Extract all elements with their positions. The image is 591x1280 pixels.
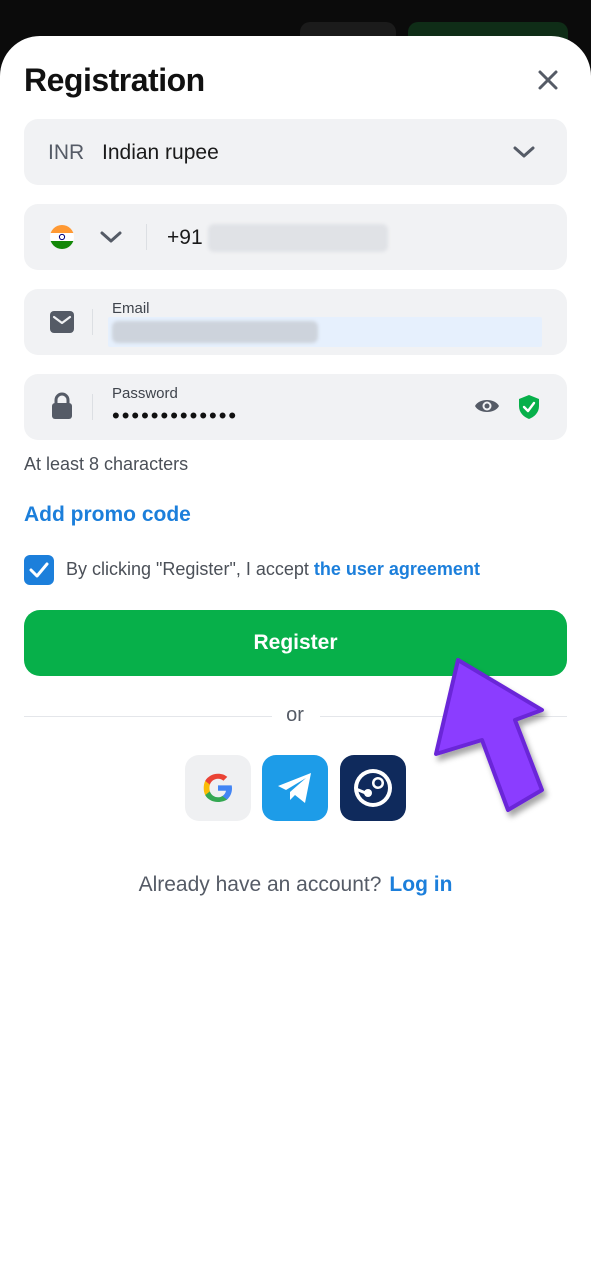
- divider: [92, 309, 93, 335]
- phone-field: +91: [24, 204, 567, 270]
- checkmark-icon: [29, 562, 49, 578]
- steam-icon: [354, 769, 392, 807]
- password-hint: At least 8 characters: [24, 454, 189, 474]
- eye-icon[interactable]: [474, 395, 500, 417]
- close-icon: [538, 70, 558, 90]
- lock-icon: [52, 392, 72, 419]
- currency-name: Indian rupee: [102, 141, 219, 164]
- close-button[interactable]: [530, 62, 566, 98]
- chevron-down-icon[interactable]: [99, 228, 123, 246]
- google-icon: [203, 773, 232, 802]
- phone-input[interactable]: [208, 224, 388, 252]
- chevron-down-icon: [513, 146, 535, 158]
- google-login-button[interactable]: [185, 755, 251, 821]
- india-flag-icon[interactable]: [50, 225, 74, 249]
- password-input[interactable]: •••••••••••••: [112, 404, 238, 428]
- divider: [146, 224, 147, 250]
- email-field: Email: [24, 289, 567, 355]
- telegram-icon: [278, 773, 311, 803]
- page-title: Registration: [24, 62, 205, 98]
- password-field: Password •••••••••••••: [24, 374, 567, 440]
- divider: [24, 716, 272, 717]
- email-input[interactable]: [108, 317, 542, 347]
- login-prompt: Already have an account?: [138, 873, 382, 896]
- envelope-icon: [50, 311, 74, 333]
- shield-check-icon: [519, 395, 539, 419]
- currency-select[interactable]: INR Indian rupee: [24, 119, 567, 185]
- pointer-arrow-icon: [434, 658, 544, 812]
- email-label: Email: [112, 300, 150, 317]
- phone-prefix: +91: [167, 226, 203, 249]
- login-row: Already have an account? Log in: [0, 873, 591, 897]
- agreement-checkbox[interactable]: [24, 555, 54, 585]
- divider: [92, 394, 93, 420]
- password-label: Password: [112, 385, 178, 402]
- user-agreement-link[interactable]: the user agreement: [314, 559, 480, 579]
- login-link[interactable]: Log in: [389, 873, 452, 896]
- or-separator: or: [286, 704, 304, 726]
- add-promo-code-link[interactable]: Add promo code: [24, 503, 191, 527]
- email-value: [112, 321, 318, 343]
- agreement-prefix: By clicking "Register", I accept: [66, 559, 314, 579]
- telegram-login-button[interactable]: [262, 755, 328, 821]
- steam-login-button[interactable]: [340, 755, 406, 821]
- currency-code: INR: [48, 141, 85, 164]
- agreement-text: By clicking "Register", I accept the use…: [66, 559, 480, 580]
